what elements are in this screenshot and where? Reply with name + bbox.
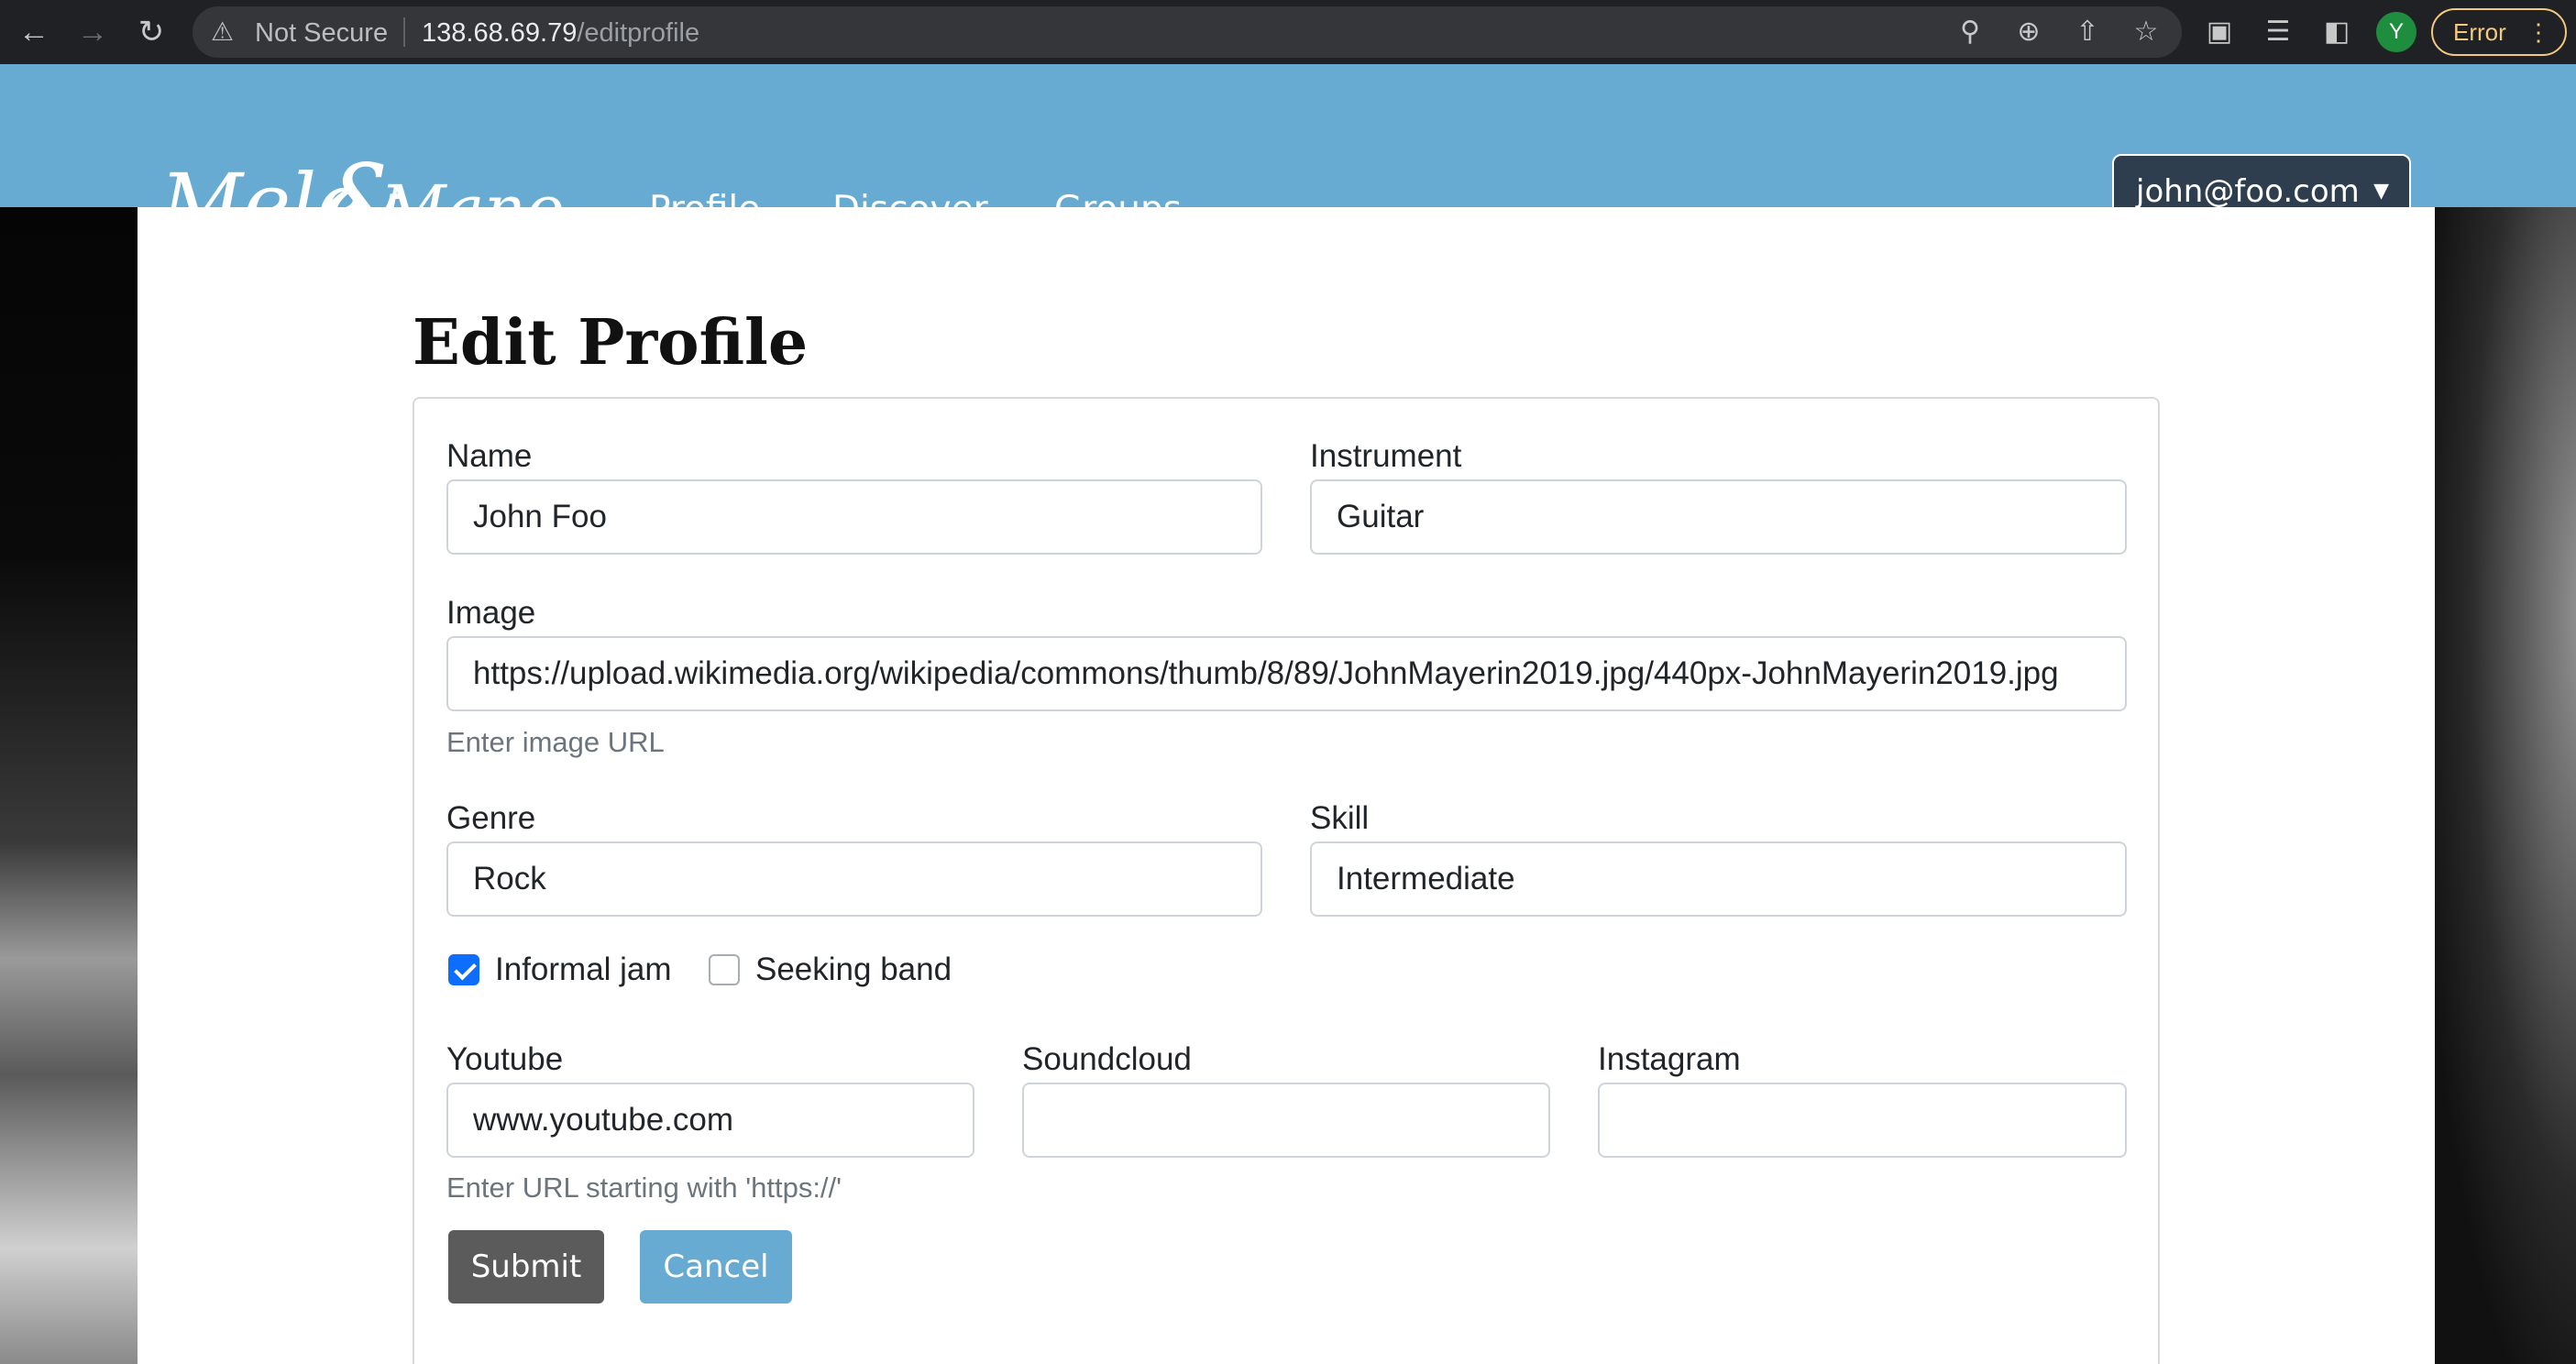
edit-profile-form: Name John Foo Instrument Guitar Image ht… [413, 397, 2160, 1364]
genre-label: Genre [446, 800, 536, 836]
image-url-input[interactable]: https://upload.wikimedia.org/wikipedia/c… [446, 636, 2127, 711]
genre-input[interactable]: Rock [446, 842, 1262, 917]
browser-toolbar: ← → ↻ ⚠ Not Secure 138.68.69.79/editprof… [0, 0, 2576, 64]
share-icon[interactable]: ⇧ [2066, 11, 2108, 53]
image-help-text: Enter image URL [446, 726, 665, 758]
error-button[interactable]: Error ⋮ [2431, 8, 2567, 56]
user-email: john@foo.com [2136, 173, 2360, 210]
back-icon[interactable]: ← [11, 9, 57, 55]
informal-jam-label[interactable]: Informal jam [495, 952, 672, 988]
instrument-label: Instrument [1310, 438, 1462, 474]
skill-input[interactable]: Intermediate [1310, 842, 2127, 917]
url-text: 138.68.69.79/editprofile [422, 18, 699, 49]
url-host: 138.68.69.79 [422, 18, 578, 48]
youtube-label: Youtube [446, 1041, 564, 1077]
instagram-input[interactable] [1598, 1083, 2127, 1158]
instagram-label: Instagram [1598, 1041, 1741, 1077]
seeking-band-checkbox[interactable] [709, 954, 740, 985]
profile-avatar[interactable]: Y [2376, 12, 2416, 52]
address-bar[interactable]: ⚠ Not Secure 138.68.69.79/editprofile [193, 6, 2182, 58]
forward-icon[interactable]: → [70, 9, 116, 55]
cancel-button[interactable]: Cancel [640, 1230, 792, 1304]
image-label: Image [446, 595, 536, 631]
main-content: Edit Profile Name John Foo Instrument Gu… [138, 207, 2435, 1364]
instrument-input[interactable]: Guitar [1310, 479, 2127, 555]
name-input[interactable]: John Foo [446, 479, 1262, 555]
informal-jam-checkbox[interactable] [448, 954, 479, 985]
reload-icon[interactable]: ↻ [128, 9, 174, 55]
zoom-icon[interactable]: ⊕ [2008, 11, 2050, 53]
page-title: Edit Profile [413, 306, 809, 380]
star-icon[interactable]: ☆ [2125, 11, 2167, 53]
sidepanel-icon[interactable]: ◧ [2316, 11, 2358, 53]
site-navbar: Mele & Manoa Profile Discover Groups joh… [0, 64, 2576, 249]
youtube-input[interactable]: www.youtube.com [446, 1083, 974, 1158]
warning-icon: ⚠ [211, 17, 235, 46]
security-label: Not Secure [255, 18, 389, 48]
background-image-right [2435, 207, 2576, 1364]
skill-label: Skill [1310, 800, 1370, 836]
url-path: /editprofile [577, 18, 700, 48]
submit-button[interactable]: Submit [448, 1230, 604, 1304]
soundcloud-label: Soundcloud [1022, 1041, 1192, 1077]
more-icon: ⋮ [2526, 18, 2550, 46]
error-label: Error [2453, 18, 2506, 46]
name-label: Name [446, 438, 533, 474]
soundcloud-input[interactable] [1022, 1083, 1550, 1158]
extensions-icon[interactable]: ▣ [2198, 11, 2240, 53]
key-icon[interactable]: ⚲ [1949, 11, 1991, 53]
youtube-help-text: Enter URL starting with 'https://' [446, 1172, 842, 1204]
media-icon[interactable]: ☰ [2257, 11, 2299, 53]
background-image-left [0, 207, 138, 1364]
address-separator [403, 17, 405, 47]
seeking-band-label[interactable]: Seeking band [755, 952, 952, 988]
